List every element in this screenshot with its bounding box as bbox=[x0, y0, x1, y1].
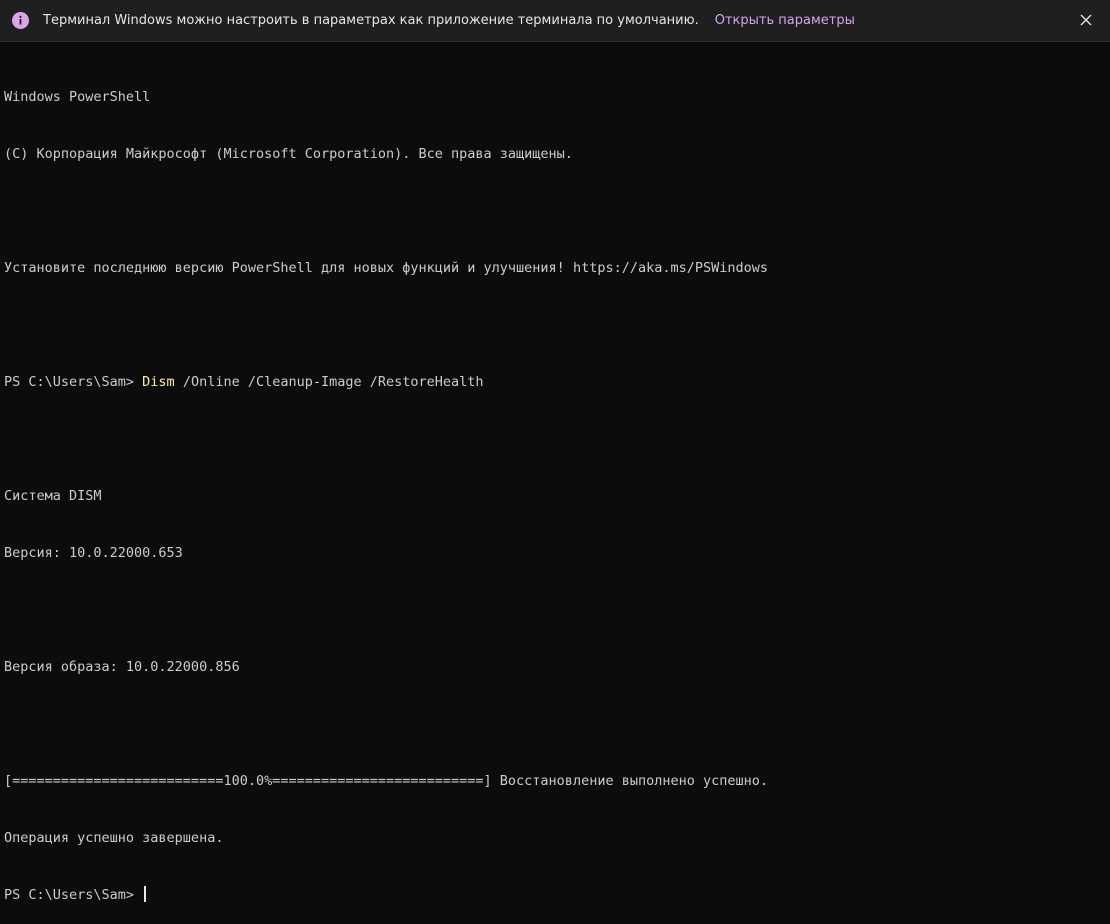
command-name: Dism bbox=[142, 374, 175, 390]
command-args: /Online /Cleanup-Image /RestoreHealth bbox=[174, 374, 484, 390]
final-prompt: PS C:\Users\Sam> bbox=[4, 887, 143, 903]
text-cursor bbox=[144, 886, 147, 902]
terminal-line: Версия: 10.0.22000.653 bbox=[4, 545, 183, 561]
info-icon bbox=[12, 12, 29, 29]
info-bar-message: Терминал Windows можно настроить в парам… bbox=[43, 13, 699, 28]
terminal-line: Операция успешно завершена. bbox=[4, 830, 224, 846]
terminal-line: Версия образа: 10.0.22000.856 bbox=[4, 659, 240, 675]
command-prompt: PS C:\Users\Sam> bbox=[4, 374, 143, 390]
command-line: PS C:\Users\Sam> Dism /Online /Cleanup-I… bbox=[4, 373, 1104, 392]
terminal-line: Windows PowerShell bbox=[4, 89, 151, 105]
terminal-line: Система DISM bbox=[4, 488, 102, 504]
terminal-line: Установите последнюю версию PowerShell д… bbox=[4, 260, 769, 276]
close-icon[interactable] bbox=[1076, 10, 1096, 30]
info-bar: Терминал Windows можно настроить в парам… bbox=[0, 0, 1110, 42]
terminal-output[interactable]: Windows PowerShell (C) Корпорация Майкро… bbox=[4, 50, 1104, 924]
terminal-line: (C) Корпорация Майкрософт (Microsoft Cor… bbox=[4, 146, 573, 162]
open-settings-link[interactable]: Открыть параметры bbox=[715, 13, 855, 28]
progress-line: [==========================100.0%=======… bbox=[4, 773, 769, 789]
prompt-line[interactable]: PS C:\Users\Sam> bbox=[4, 886, 1104, 905]
